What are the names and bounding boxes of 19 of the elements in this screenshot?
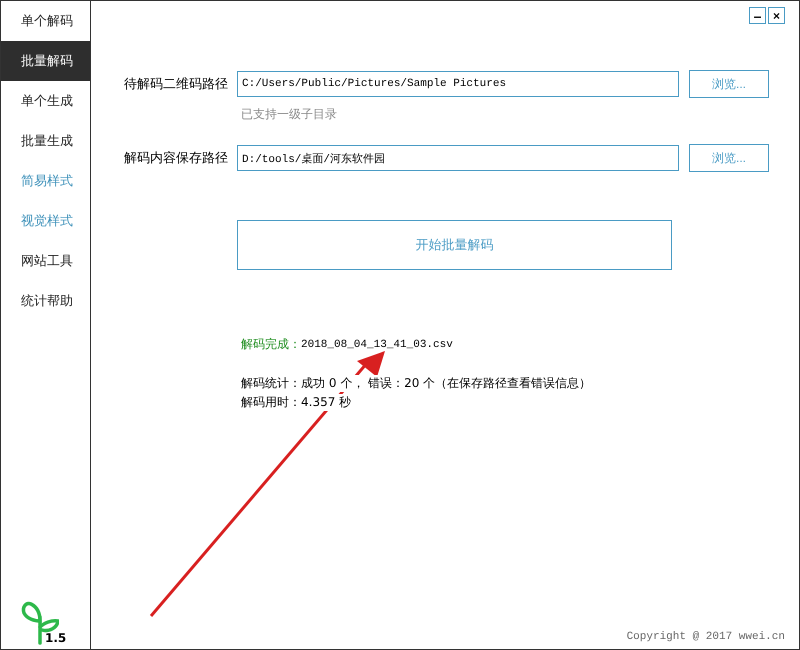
sidebar-item[interactable]: 视觉样式 <box>1 201 90 241</box>
field-label: 解码内容保存路径 <box>123 150 229 167</box>
sidebar-item[interactable]: 批量解码 <box>1 41 90 81</box>
field-label: 待解码二维码路径 <box>123 76 229 93</box>
path-field[interactable]: D:/tools/桌面/河东软件园 <box>237 145 679 171</box>
version-label: 1.5 <box>45 631 66 645</box>
sidebar-item[interactable]: 网站工具 <box>1 241 90 281</box>
file-name: 2018_08_04_13_41_03.csv <box>301 338 453 350</box>
minimize-button[interactable]: – <box>749 7 766 24</box>
close-button[interactable]: × <box>768 7 785 24</box>
hint-text: 已支持一级子目录 <box>241 106 338 123</box>
copyright-text: Copyright @ 2017 wwei.cn <box>626 631 785 643</box>
sidebar-item[interactable]: 简易样式 <box>1 161 90 201</box>
sidebar-item[interactable]: 单个解码 <box>1 1 90 41</box>
sidebar-item[interactable]: 单个生成 <box>1 81 90 121</box>
sidebar-item[interactable]: 统计帮助 <box>1 281 90 321</box>
time-text: 解码用时：4.357 秒 <box>241 394 352 411</box>
sidebar-item[interactable]: 批量生成 <box>1 121 90 161</box>
path-field[interactable]: C:/Users/Public/Pictures/Sample Pictures <box>237 71 679 97</box>
